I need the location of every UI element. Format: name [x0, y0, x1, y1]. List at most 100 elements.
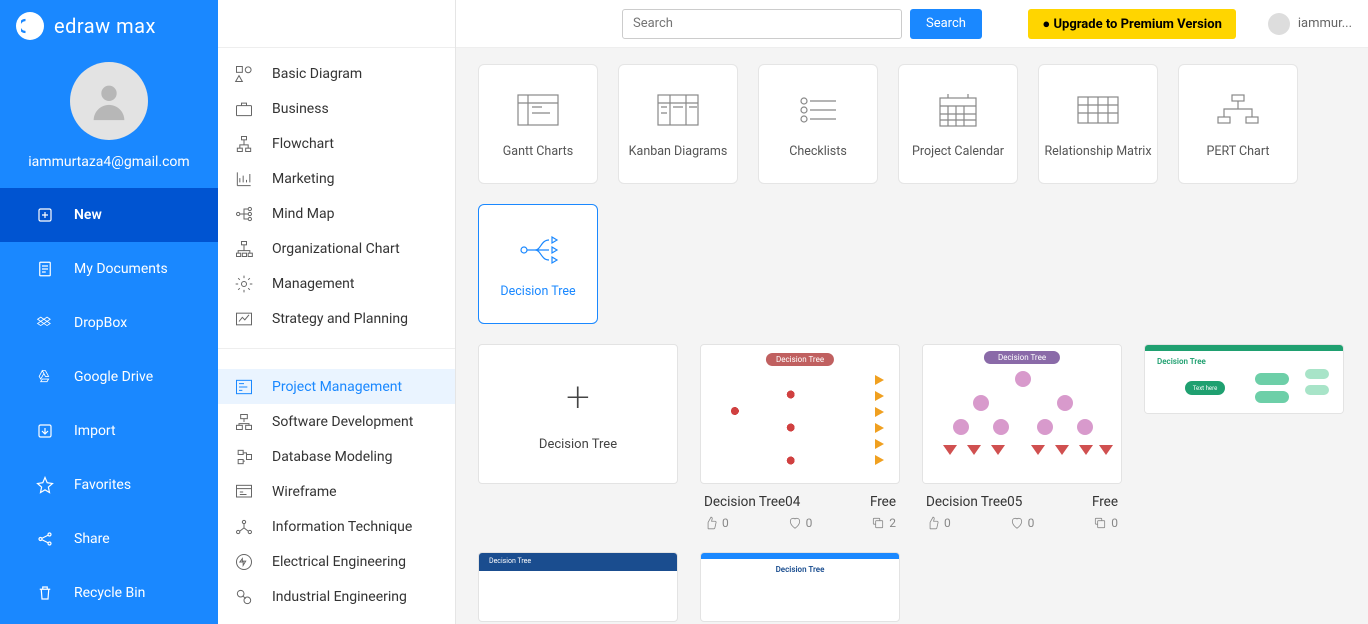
uml-icon	[234, 412, 254, 432]
search-wrap: Search	[622, 9, 982, 39]
category-divider	[218, 348, 455, 349]
cat-label: Marketing	[272, 171, 335, 187]
gantt-icon	[234, 377, 254, 397]
sidebar-label: Google Drive	[74, 369, 153, 385]
main-area: Search ● Upgrade to Premium Version iamm…	[456, 0, 1368, 624]
cat-industrial[interactable]: Industrial Engineering	[218, 579, 455, 614]
thumb-title: Decision Tree	[1157, 357, 1206, 366]
cat-label: Database Modeling	[272, 449, 393, 465]
copies-stat[interactable]: 2	[871, 516, 896, 530]
tile-kanban[interactable]: Kanban Diagrams	[618, 64, 738, 184]
app-logo[interactable]: edraw max	[0, 0, 218, 52]
sidebar-label: DropBox	[74, 315, 127, 331]
cat-software-dev[interactable]: Software Development	[218, 404, 455, 439]
briefcase-icon	[234, 99, 254, 119]
category-column: Basic Diagram Business Flowchart Marketi…	[218, 0, 456, 624]
cat-project-mgmt[interactable]: Project Management	[218, 369, 455, 404]
pert-icon	[1214, 90, 1262, 130]
sidebar-label: My Documents	[74, 261, 168, 277]
template-thumb[interactable]: Decision Tree	[478, 552, 678, 622]
calendar-icon	[938, 90, 978, 130]
decision-tree-icon	[514, 230, 562, 270]
tile-calendar[interactable]: Project Calendar	[898, 64, 1018, 184]
template-thumb[interactable]: Decision Tree	[922, 344, 1122, 484]
search-button[interactable]: Search	[910, 9, 982, 39]
template-thumb[interactable]: Decision Tree	[700, 344, 900, 484]
sidebar-label: Favorites	[74, 477, 131, 493]
new-icon	[36, 206, 54, 224]
tile-label: PERT Chart	[1207, 144, 1270, 159]
tile-matrix[interactable]: Relationship Matrix	[1038, 64, 1158, 184]
flowchart-icon	[234, 134, 254, 154]
user-mini-avatar-icon	[1268, 13, 1290, 35]
content: Gantt Charts Kanban Diagrams Checklists …	[456, 48, 1368, 624]
cat-label: Basic Diagram	[272, 66, 362, 82]
cat-mindmap[interactable]: Mind Map	[218, 196, 455, 231]
template-thumb[interactable]: Decision Tree Text here	[1144, 344, 1344, 414]
thumb-title: Decision Tree	[489, 557, 531, 565]
sidebar-item-dropbox[interactable]: DropBox	[0, 296, 218, 350]
cat-strategy[interactable]: Strategy and Planning	[218, 301, 455, 336]
sidebar-label: New	[74, 207, 102, 223]
sidebar: edraw max iammurtaza4@gmail.com New My D…	[0, 0, 218, 624]
cat-label: Electrical Engineering	[272, 554, 406, 570]
cat-basic-diagram[interactable]: Basic Diagram	[218, 56, 455, 91]
tile-decision-tree[interactable]: Decision Tree	[478, 204, 598, 324]
cat-marketing[interactable]: Marketing	[218, 161, 455, 196]
favs-stat[interactable]: 0	[788, 516, 813, 530]
sidebar-item-gdrive[interactable]: Google Drive	[0, 350, 218, 404]
sidebar-label: Import	[74, 423, 116, 439]
cat-label: Strategy and Planning	[272, 311, 408, 327]
cat-flowchart[interactable]: Flowchart	[218, 126, 455, 161]
template-card-partial: Decision Tree	[700, 552, 900, 622]
matrix-icon	[1076, 90, 1120, 130]
sidebar-item-import[interactable]: Import	[0, 404, 218, 458]
sidebar-item-documents[interactable]: My Documents	[0, 242, 218, 296]
cat-business[interactable]: Business	[218, 91, 455, 126]
user-pill[interactable]: iammur...	[1268, 13, 1352, 35]
copies-stat[interactable]: 0	[1093, 516, 1118, 530]
user-email: iammurtaza4@gmail.com	[28, 154, 189, 170]
cat-management[interactable]: Management	[218, 266, 455, 301]
tile-label: Kanban Diagrams	[629, 144, 728, 159]
template-name: Decision Tree05	[926, 494, 1022, 510]
template-card: Decision Tree Decision Tree04Free 0 0 2	[700, 344, 900, 530]
tile-pert[interactable]: PERT Chart	[1178, 64, 1298, 184]
checklist-icon	[796, 90, 840, 130]
template-card-new[interactable]: + Decision Tree	[478, 344, 678, 530]
upgrade-button[interactable]: ● Upgrade to Premium Version	[1028, 9, 1236, 39]
sidebar-item-favorites[interactable]: Favorites	[0, 458, 218, 512]
share-icon	[36, 530, 54, 548]
tile-gantt-charts[interactable]: Gantt Charts	[478, 64, 598, 184]
thumbs-up-icon	[704, 516, 718, 530]
cat-electrical[interactable]: Electrical Engineering	[218, 544, 455, 579]
topbar: Search ● Upgrade to Premium Version iamm…	[456, 0, 1368, 48]
plus-icon: +	[566, 377, 590, 419]
cat-orgchart[interactable]: Organizational Chart	[218, 231, 455, 266]
favs-stat[interactable]: 0	[1010, 516, 1035, 530]
sidebar-item-recycle[interactable]: Recycle Bin	[0, 566, 218, 620]
cat-label: Information Technique	[272, 519, 412, 535]
avatar[interactable]	[70, 62, 148, 140]
import-icon	[36, 422, 54, 440]
cat-info-tech[interactable]: Information Technique	[218, 509, 455, 544]
star-icon	[36, 476, 54, 494]
cat-label: Mind Map	[272, 206, 334, 222]
thumb-title-badge: Decision Tree	[766, 353, 834, 366]
tile-label: Decision Tree	[500, 284, 575, 299]
template-price: Free	[870, 494, 896, 510]
logo-badge-icon	[16, 12, 44, 40]
template-thumb[interactable]: Decision Tree	[700, 552, 900, 622]
sidebar-label: Share	[74, 531, 110, 547]
likes-stat[interactable]: 0	[926, 516, 951, 530]
search-input[interactable]	[622, 9, 902, 39]
likes-stat[interactable]: 0	[704, 516, 729, 530]
sidebar-item-share[interactable]: Share	[0, 512, 218, 566]
template-card-partial: Decision Tree	[478, 552, 678, 622]
cat-database[interactable]: Database Modeling	[218, 439, 455, 474]
cat-wireframe[interactable]: Wireframe	[218, 474, 455, 509]
sidebar-item-new[interactable]: New	[0, 188, 218, 242]
thumbs-up-icon	[926, 516, 940, 530]
tile-checklists[interactable]: Checklists	[758, 64, 878, 184]
cat-label: Industrial Engineering	[272, 589, 407, 605]
